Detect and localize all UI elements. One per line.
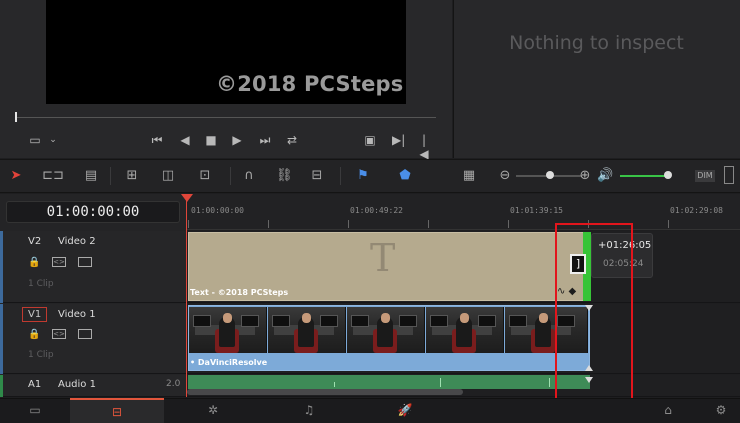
track-view-icon[interactable]: ▦ (458, 168, 480, 184)
disable-track-icon[interactable] (78, 329, 92, 339)
inspector-empty-message: Nothing to inspect (509, 32, 684, 54)
clip-thumbnail (189, 307, 267, 353)
play-icon[interactable]: ▶ (230, 133, 244, 147)
chevron-down-icon[interactable]: ⌄ (48, 133, 58, 147)
lock-icon[interactable]: 🔒 (28, 329, 40, 340)
channel-level: 2.0 (166, 379, 181, 389)
track-color-bar (0, 231, 3, 303)
selection-icon[interactable]: ➤ (9, 168, 23, 184)
meter-toggle-icon[interactable] (724, 166, 734, 184)
skip-back-icon[interactable]: ⏮ (148, 133, 166, 147)
auto-select-icon[interactable]: <> (52, 329, 66, 339)
linked-selection-icon[interactable]: ⛓ (276, 168, 293, 184)
timeline-scrollbar[interactable] (187, 389, 463, 395)
track-id: V2 (28, 236, 42, 247)
deliver-page-icon[interactable]: 🚀 (370, 398, 440, 423)
ruler-tick (348, 220, 349, 228)
video-clip-label: • DaVinciResolve (190, 358, 268, 367)
toolbar-divider (230, 167, 231, 185)
crop-icon[interactable]: ▭ (28, 133, 42, 147)
inspector-panel (453, 0, 740, 158)
fusion-page-icon[interactable]: ✲ (178, 398, 248, 423)
ruler-tick (508, 220, 509, 228)
ruler-tick (268, 220, 269, 228)
zoom-slider-knob[interactable] (546, 171, 554, 179)
track-id: A1 (28, 379, 42, 390)
fairlight-page-icon[interactable]: ♫ (274, 398, 344, 423)
loop-icon[interactable]: ⇄ (284, 133, 300, 147)
playhead-marker[interactable] (181, 194, 193, 202)
audio-waveform-peak (440, 378, 441, 387)
fullscreen-icon[interactable]: ▣ (362, 133, 378, 147)
toolbar-divider (110, 167, 111, 185)
track-name[interactable]: Video 2 (58, 236, 96, 247)
clip-count: 1 Clip (28, 279, 54, 289)
viewer-scrubber[interactable] (16, 117, 436, 118)
audio-clip[interactable] (188, 375, 590, 389)
track-name[interactable]: Audio 1 (58, 379, 96, 390)
text-clip-label: Text - ©2018 PCSteps (190, 288, 289, 297)
track-id-destination[interactable]: V1 (22, 307, 48, 322)
timecode-display[interactable]: 01:00:00:00 (6, 201, 180, 223)
zoom-in-icon[interactable]: ⊕ (578, 168, 592, 184)
track-color-bar (0, 304, 3, 374)
prev-edit-icon[interactable]: |◀ (418, 133, 430, 161)
position-lock-icon[interactable]: ⊟ (309, 168, 325, 184)
step-back-icon[interactable]: ◀ (178, 133, 192, 147)
zoom-out-icon[interactable]: ⊖ (498, 168, 512, 184)
timeline-ruler[interactable] (187, 194, 740, 230)
ruler-tick (428, 220, 429, 228)
lock-icon[interactable]: 🔒 (28, 257, 40, 268)
clip-thumbnail (426, 307, 504, 353)
ruler-label: 01:00:49:22 (350, 206, 403, 215)
ruler-label: 01:02:29:08 (670, 206, 723, 215)
flag-icon[interactable]: ⚑ (356, 168, 370, 184)
stop-icon[interactable]: ■ (204, 133, 218, 147)
audio-waveform-peak (549, 378, 550, 387)
audio-waveform-peak (334, 382, 335, 387)
clip-count: 1 Clip (28, 350, 54, 360)
replace-clip-icon[interactable]: ⊡ (194, 168, 216, 184)
ruler-label: 01:00:00:00 (191, 206, 244, 215)
ruler-tick (668, 220, 669, 228)
clip-thumbnail (268, 307, 346, 353)
volume-slider[interactable] (620, 175, 670, 177)
volume-slider-knob[interactable] (664, 171, 672, 179)
overwrite-clip-icon[interactable]: ◫ (158, 168, 178, 184)
watermark-text: ©2018 PCSteps (216, 72, 404, 96)
settings-icon[interactable]: ⚙ (686, 398, 740, 423)
track-color-bar (0, 375, 3, 397)
edit-page-icon[interactable]: ⊟ (70, 398, 164, 423)
dim-button[interactable]: DIM (695, 170, 715, 182)
insert-clip-icon[interactable]: ⊞ (120, 168, 144, 184)
skip-forward-icon[interactable]: ⏭ (256, 133, 274, 147)
marker-icon[interactable]: ⬟ (398, 168, 412, 184)
ruler-label: 01:01:39:15 (510, 206, 563, 215)
scrubber-playhead[interactable] (15, 112, 17, 122)
highlight-annotation (555, 223, 633, 400)
trim-icon[interactable]: ⊏⊐ (40, 168, 66, 184)
track-name[interactable]: Video 1 (58, 309, 96, 320)
disable-track-icon[interactable] (78, 257, 92, 267)
next-edit-icon[interactable]: ▶| (392, 133, 405, 147)
volume-icon[interactable]: 🔊 (597, 168, 613, 184)
playhead-line (186, 200, 187, 397)
blade-mode-icon[interactable]: ▤ (80, 168, 102, 184)
text-clip-thumbnail: T (370, 236, 396, 280)
auto-select-icon[interactable]: <> (52, 257, 66, 267)
clip-thumbnail (347, 307, 425, 353)
snapping-icon[interactable]: ∩ (241, 168, 257, 184)
ruler-tick (188, 220, 189, 228)
toolbar-divider (340, 167, 341, 185)
media-page-icon[interactable]: ▭ (0, 398, 70, 423)
